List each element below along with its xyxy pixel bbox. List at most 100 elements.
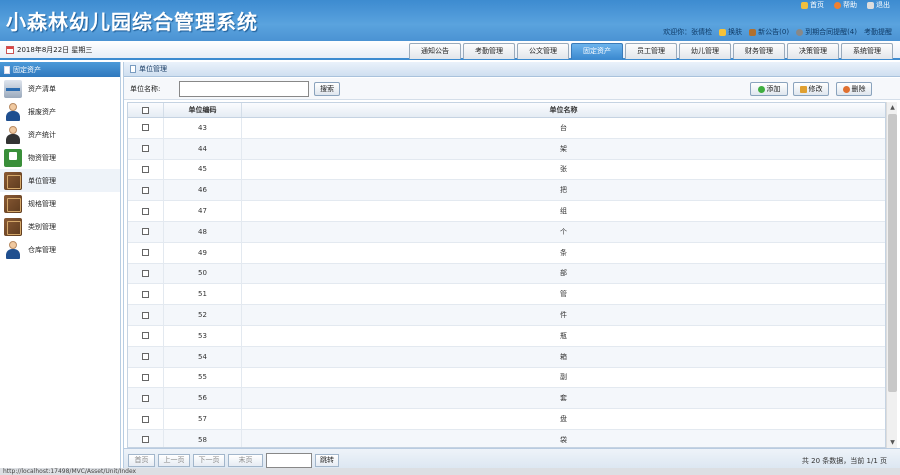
sidebar-item-units[interactable]: 单位管理 (0, 169, 120, 192)
table-row[interactable]: 56 套 (128, 388, 885, 410)
table-row[interactable]: 53 瓶 (128, 325, 885, 347)
top-links: 首页 帮助 退出 (801, 0, 890, 10)
logout-link-label: 退出 (876, 1, 890, 9)
first-page-button[interactable]: 首页 (128, 454, 155, 467)
unit-name-input[interactable] (179, 81, 309, 97)
tab-staff[interactable]: 员工管理 (625, 43, 677, 59)
edit-button[interactable]: 修改 (793, 82, 829, 96)
tab-documents[interactable]: 公文管理 (517, 43, 569, 59)
add-button-label: 添加 (766, 85, 781, 93)
add-icon (757, 85, 765, 93)
prev-page-button[interactable]: 上一页 (158, 454, 190, 467)
row-checkbox[interactable] (142, 353, 149, 361)
table-row[interactable]: 46 把 (128, 180, 885, 202)
sidebar-item-warehouse[interactable]: 仓库管理 (0, 238, 120, 261)
sidebar-item-label: 物资管理 (28, 153, 56, 162)
home-link[interactable]: 首页 (801, 0, 824, 10)
table-row[interactable]: 44 架 (128, 138, 885, 160)
row-checkbox[interactable] (142, 436, 149, 444)
table-row[interactable]: 43 台 (128, 118, 885, 139)
row-checkbox[interactable] (142, 415, 149, 423)
page-number-input[interactable] (266, 453, 312, 468)
tab-notice[interactable]: 通知公告 (409, 43, 461, 59)
row-checkbox-cell (128, 346, 164, 367)
row-checkbox[interactable] (142, 373, 149, 381)
tab-children[interactable]: 幼儿管理 (679, 43, 731, 59)
row-checkbox[interactable] (142, 207, 149, 215)
select-all-checkbox[interactable] (142, 106, 149, 114)
last-page-button[interactable]: 末页 (228, 454, 263, 467)
sidebar-item-asset-list[interactable]: 资产清单 (0, 77, 120, 100)
row-checkbox[interactable] (142, 165, 149, 173)
sidebar-header: 固定资产 (0, 62, 120, 77)
table-row[interactable]: 57 盘 (128, 409, 885, 430)
delete-button[interactable]: 删除 (836, 82, 872, 96)
row-checkbox[interactable] (142, 186, 149, 194)
next-page-button[interactable]: 下一页 (193, 454, 225, 467)
logout-icon (867, 1, 874, 9)
scroll-up-icon[interactable]: ▲ (887, 102, 898, 113)
sidebar-item-materials[interactable]: 物资管理 (0, 146, 120, 169)
document-icon (130, 65, 136, 73)
scroll-down-icon[interactable]: ▼ (887, 437, 898, 448)
reminder-link[interactable]: 到期合同提醒(4) (796, 27, 857, 37)
user-line: 欢迎你：张倩检 换肤 新公告(0) 到期合同提醒(4) 考勤提醒 (663, 27, 892, 37)
table-row[interactable]: 50 部 (128, 263, 885, 285)
unit-name-cell: 架 (560, 144, 567, 153)
help-icon (834, 1, 841, 9)
row-checkbox-cell (128, 242, 164, 263)
column-header-code[interactable]: 单位编码 (164, 103, 242, 117)
unit-code-cell: 45 (164, 159, 242, 180)
row-checkbox[interactable] (142, 145, 149, 153)
notice-link[interactable]: 新公告(0) (749, 27, 789, 37)
row-checkbox[interactable] (142, 249, 149, 257)
switch-skin-link[interactable]: 换肤 (719, 27, 742, 37)
scroll-thumb[interactable] (888, 114, 897, 392)
row-checkbox[interactable] (142, 394, 149, 402)
table-row[interactable]: 52 件 (128, 305, 885, 326)
sidebar-item-specs[interactable]: 规格管理 (0, 192, 120, 215)
jump-button[interactable]: 跳转 (315, 454, 339, 467)
help-link[interactable]: 帮助 (834, 0, 857, 10)
tab-decision[interactable]: 决策管理 (787, 43, 839, 59)
table-row[interactable]: 58 袋 (128, 429, 885, 447)
attendance-link[interactable]: 考勤提醒 (864, 27, 892, 37)
unit-code-cell: 47 (164, 201, 242, 221)
row-checkbox-cell (128, 367, 164, 388)
row-checkbox[interactable] (142, 228, 149, 236)
row-checkbox[interactable] (142, 311, 149, 319)
unit-name-cell: 套 (560, 394, 567, 403)
table-row[interactable]: 49 条 (128, 242, 885, 264)
row-checkbox[interactable] (142, 332, 149, 340)
truck-icon (4, 148, 22, 167)
column-header-name[interactable]: 单位名称 (242, 103, 885, 117)
table-scrollbar[interactable]: ▲ ▼ (886, 102, 897, 448)
tab-fixed-assets[interactable]: 固定资产 (571, 43, 623, 59)
edit-button-label: 修改 (808, 85, 823, 93)
logout-link[interactable]: 退出 (867, 0, 890, 10)
table-row[interactable]: 55 副 (128, 367, 885, 389)
tab-attendance[interactable]: 考勤管理 (463, 43, 515, 59)
unit-code-cell: 50 (164, 263, 242, 284)
tab-system[interactable]: 系统管理 (841, 43, 893, 59)
pagination-summary: 共 20 条数据，当前 1/1 页 (801, 457, 887, 465)
row-checkbox-cell (128, 138, 164, 159)
row-checkbox-cell (128, 159, 164, 180)
table-row[interactable]: 51 管 (128, 284, 885, 306)
row-checkbox[interactable] (142, 269, 149, 277)
add-button[interactable]: 添加 (750, 82, 788, 96)
tab-finance[interactable]: 财务管理 (733, 43, 785, 59)
browser-status-bar: http://localhost:17498/MVC/Asset/Unit/In… (0, 468, 900, 475)
search-button[interactable]: 搜索 (314, 82, 340, 96)
row-checkbox[interactable] (142, 290, 149, 298)
table-row[interactable]: 48 个 (128, 221, 885, 243)
sidebar-item-scrapped-assets[interactable]: 报废资产 (0, 100, 120, 123)
table-row[interactable]: 54 箱 (128, 346, 885, 368)
sidebar-item-asset-stats[interactable]: 资产统计 (0, 123, 120, 146)
sidebar-item-categories[interactable]: 类别管理 (0, 215, 120, 238)
row-checkbox[interactable] (142, 124, 149, 132)
table-row[interactable]: 45 张 (128, 159, 885, 181)
help-link-label: 帮助 (843, 1, 857, 9)
table-row[interactable]: 47 组 (128, 201, 885, 222)
sidebar-item-label: 资产清单 (28, 84, 56, 93)
